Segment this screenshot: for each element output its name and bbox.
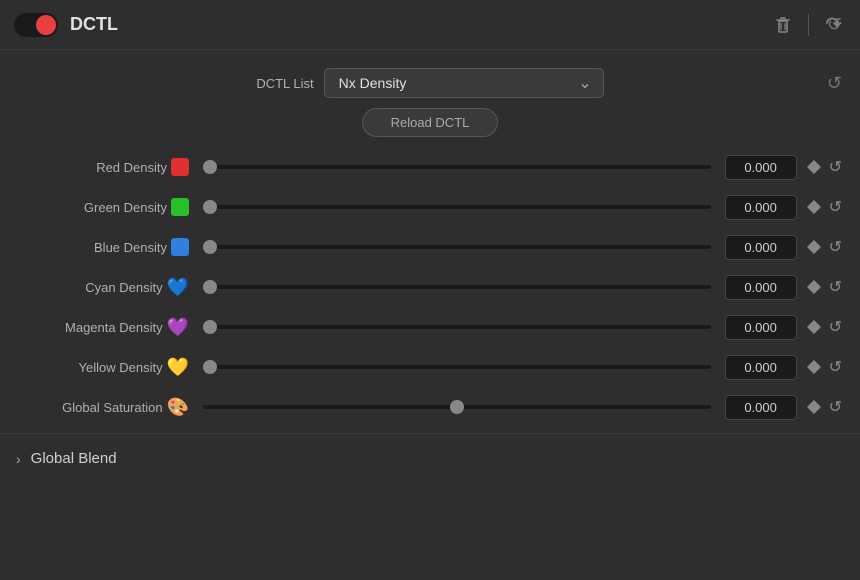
slider-value-input-0[interactable] <box>725 155 797 180</box>
slider-input-2[interactable] <box>203 245 711 249</box>
global-blend-row[interactable]: › Global Blend <box>0 440 860 477</box>
slider-label-text-5: Yellow Density <box>79 360 163 375</box>
slider-track-container-1 <box>203 197 711 217</box>
slider-row-6: Global Saturation 🎨 ↺ <box>0 387 860 427</box>
dctl-list-label: DCTL List <box>256 76 313 91</box>
slider-input-3[interactable] <box>203 285 711 289</box>
reset-button-0[interactable]: ↺ <box>825 155 846 179</box>
slider-label-5: Yellow Density 💛 <box>14 358 189 376</box>
slider-label-text-2: Blue Density <box>94 240 167 255</box>
reset-button-3[interactable]: ↺ <box>825 275 846 299</box>
slider-value-input-4[interactable] <box>725 315 797 340</box>
reload-row: Reload DCTL <box>0 108 860 147</box>
emoji-icon-4: 💜 <box>167 318 189 336</box>
slider-label-text-6: Global Saturation <box>62 400 162 415</box>
slider-row-2: Blue Density ↺ <box>0 227 860 267</box>
diamond-button-5[interactable] <box>803 358 825 376</box>
dctl-select-wrapper[interactable]: Nx Density Option 2 Option 3 <box>324 68 604 98</box>
section-divider <box>0 433 860 434</box>
slider-input-0[interactable] <box>203 165 711 169</box>
main-panel: DCTL ↷ ↺ DCTL List Nx Density <box>0 0 860 580</box>
content-area: DCTL List Nx Density Option 2 Option 3 ↺… <box>0 50 860 580</box>
emoji-icon-6: 🎨 <box>167 398 189 416</box>
slider-label-4: Magenta Density 💜 <box>14 318 189 336</box>
slider-label-0: Red Density <box>14 158 189 176</box>
slider-value-input-5[interactable] <box>725 355 797 380</box>
slider-row-0: Red Density ↺ <box>0 147 860 187</box>
diamond-button-2[interactable] <box>803 238 825 256</box>
slider-track-container-5 <box>203 357 711 377</box>
color-swatch-1 <box>171 198 189 216</box>
diamond-button-4[interactable] <box>803 318 825 336</box>
slider-row-1: Green Density ↺ <box>0 187 860 227</box>
toggle-switch[interactable] <box>14 13 58 37</box>
slider-track-container-3 <box>203 277 711 297</box>
diamond-button-3[interactable] <box>803 278 825 296</box>
diamond-button-1[interactable] <box>803 198 825 216</box>
reset-button-5[interactable]: ↺ <box>825 355 846 379</box>
slider-label-text-1: Green Density <box>84 200 167 215</box>
panel-title: DCTL <box>70 14 770 35</box>
slider-input-1[interactable] <box>203 205 711 209</box>
toggle-knob <box>36 15 56 35</box>
slider-row-4: Magenta Density 💜 ↺ <box>0 307 860 347</box>
slider-value-input-1[interactable] <box>725 195 797 220</box>
slider-label-text-4: Magenta Density <box>65 320 163 335</box>
chevron-right-icon: › <box>16 451 21 467</box>
slider-input-6[interactable] <box>203 405 711 409</box>
reset-button-2[interactable]: ↺ <box>825 235 846 259</box>
slider-label-6: Global Saturation 🎨 <box>14 398 189 416</box>
slider-track-container-4 <box>203 317 711 337</box>
slider-row-5: Yellow Density 💛 ↺ <box>0 347 860 387</box>
slider-input-4[interactable] <box>203 325 711 329</box>
slider-label-1: Green Density <box>14 198 189 216</box>
slider-row-3: Cyan Density 💙 ↺ <box>0 267 860 307</box>
diamond-button-0[interactable] <box>803 158 825 176</box>
diamond-button-6[interactable] <box>803 398 825 416</box>
slider-value-input-2[interactable] <box>725 235 797 260</box>
slider-track-container-2 <box>203 237 711 257</box>
slider-track-container-0 <box>203 157 711 177</box>
slider-value-input-6[interactable] <box>725 395 797 420</box>
slider-label-text-0: Red Density <box>96 160 167 175</box>
emoji-icon-5: 💛 <box>167 358 189 376</box>
global-blend-label: Global Blend <box>31 450 117 467</box>
sliders-container: Red Density↺Green Density↺Blue Density↺C… <box>0 147 860 427</box>
slider-label-2: Blue Density <box>14 238 189 256</box>
slider-input-5[interactable] <box>203 365 711 369</box>
header: DCTL ↷ ↺ <box>0 0 860 50</box>
color-swatch-2 <box>171 238 189 256</box>
delete-button[interactable] <box>770 11 796 39</box>
slider-label-text-3: Cyan Density <box>85 280 162 295</box>
dctl-list-reset-button[interactable]: ↺ <box>823 69 846 98</box>
dctl-list-row: DCTL List Nx Density Option 2 Option 3 ↺ <box>0 62 860 108</box>
header-divider <box>808 14 809 36</box>
reset-button-6[interactable]: ↺ <box>825 395 846 419</box>
header-reset-button[interactable]: ↺ <box>823 10 846 39</box>
reset-button-4[interactable]: ↺ <box>825 315 846 339</box>
slider-label-3: Cyan Density 💙 <box>14 278 189 296</box>
slider-value-input-3[interactable] <box>725 275 797 300</box>
reset-button-1[interactable]: ↺ <box>825 195 846 219</box>
slider-track-container-6 <box>203 397 711 417</box>
dctl-select[interactable]: Nx Density Option 2 Option 3 <box>324 68 604 98</box>
color-swatch-0 <box>171 158 189 176</box>
emoji-icon-3: 💙 <box>167 278 189 296</box>
reload-dctl-button[interactable]: Reload DCTL <box>362 108 499 137</box>
